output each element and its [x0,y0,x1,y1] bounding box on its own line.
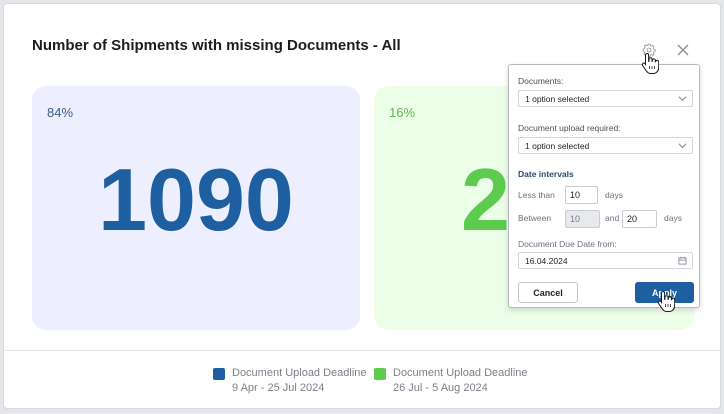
divider [4,350,720,351]
legend-range: 26 Jul - 5 Aug 2024 [393,382,488,394]
tile-percent: 84% [47,105,74,120]
between-to-input[interactable]: 20 [622,210,657,228]
documents-label: Documents: [518,76,564,86]
less-than-label: Less than [518,190,555,200]
legend-label: Document Upload Deadline [232,367,367,379]
settings-button[interactable] [634,35,664,65]
legend-range: 9 Apr - 25 Jul 2024 [232,382,325,394]
upload-required-label: Document upload required: [518,123,621,133]
legend-item: Document Upload Deadline 26 Jul - 5 Aug … [374,366,528,396]
upload-required-select-value: 1 option selected [525,141,590,151]
upload-required-select[interactable]: 1 option selected [518,137,693,154]
close-button[interactable] [668,35,698,65]
legend-swatch [374,368,386,380]
between-from-input: 10 [565,210,600,228]
chevron-down-icon [678,143,687,149]
days-label: days [605,190,623,200]
cancel-button[interactable]: Cancel [518,282,578,303]
days-label: days [664,213,682,223]
metric-tile-primary: 84% 1090 [32,86,360,330]
legend-label: Document Upload Deadline [393,367,528,379]
between-label: Between [518,213,552,223]
close-icon [677,44,689,56]
chevron-down-icon [678,96,687,102]
due-date-value: 16.04.2024 [525,256,568,266]
tile-percent: 16% [389,105,416,120]
documents-select-value: 1 option selected [525,94,590,104]
legend-swatch [213,368,225,380]
due-date-input[interactable]: 16.04.2024 [518,252,693,269]
tile-count: 1090 [98,150,294,249]
widget-title: Number of Shipments with missing Documen… [32,37,401,54]
calendar-icon [678,256,687,265]
gear-icon [642,43,656,57]
apply-button[interactable]: Apply [635,282,694,303]
less-than-input[interactable]: 10 [565,186,598,204]
and-label: and [605,213,620,223]
tile-count: 2 [461,150,510,249]
due-date-label: Document Due Date from: [518,239,617,249]
settings-panel: Documents: 1 option selected Document up… [508,64,700,308]
date-intervals-heading: Date intervals [518,169,574,179]
documents-select[interactable]: 1 option selected [518,90,693,107]
legend-item: Document Upload Deadline 9 Apr - 25 Jul … [213,366,367,396]
